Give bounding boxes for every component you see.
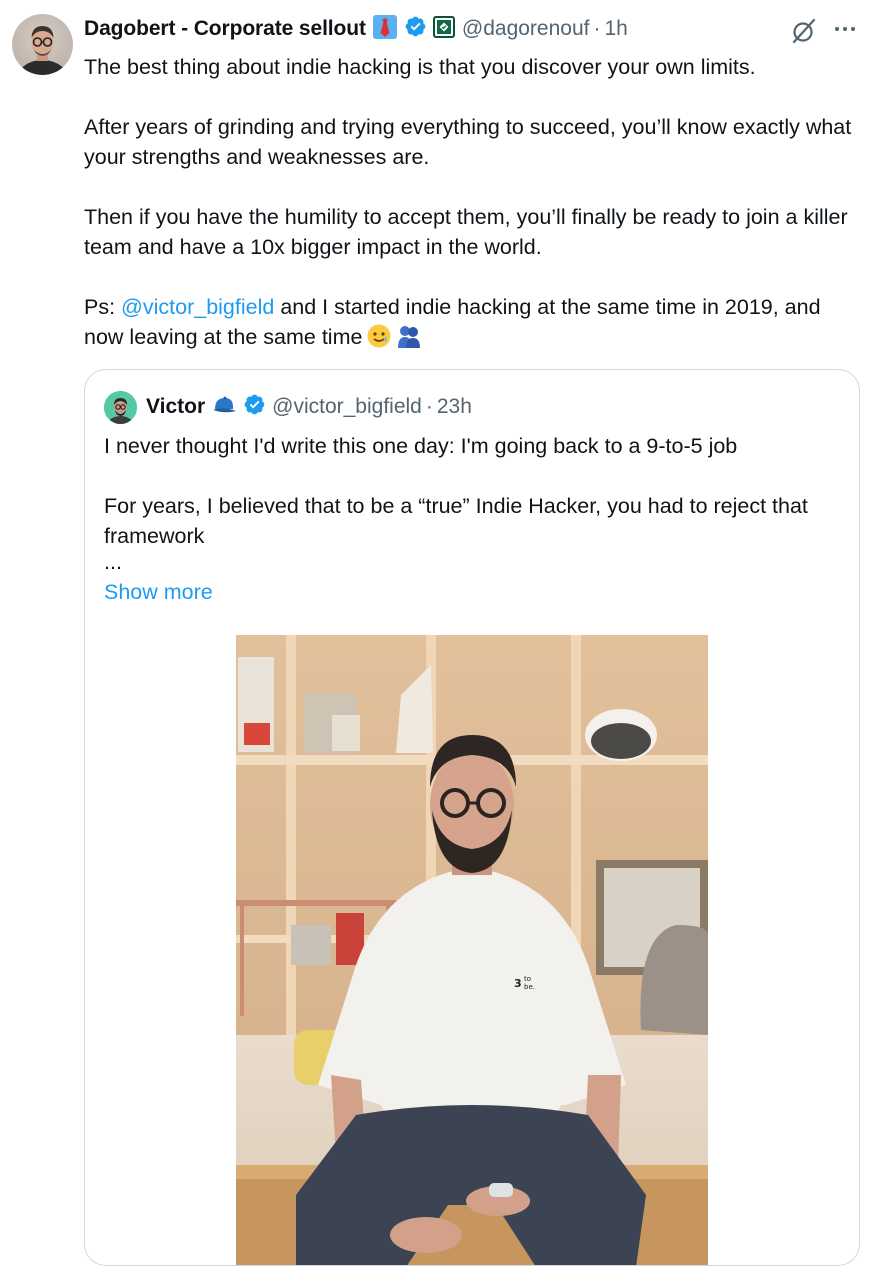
quoted-photo[interactable]: 3 to be. xyxy=(236,635,708,1265)
smiling-face-with-tear-emoji-icon xyxy=(366,323,392,357)
ps-prefix: Ps: xyxy=(84,295,122,319)
quoted-tweet-text: I never thought I'd write this one day: … xyxy=(104,431,844,573)
tweet-text: The best thing about indie hacking is th… xyxy=(84,52,864,357)
svg-text:be.: be. xyxy=(524,983,535,991)
affiliate-badge-icon[interactable] xyxy=(432,15,455,43)
quoted-ellipsis: ... xyxy=(104,550,122,574)
quoted-author-avatar[interactable] xyxy=(104,391,137,424)
grok-icon[interactable] xyxy=(789,16,819,46)
tweet-paragraph: Then if you have the humility to accept … xyxy=(84,205,848,259)
author-avatar[interactable] xyxy=(12,14,73,75)
verified-badge-icon[interactable] xyxy=(243,393,266,421)
meta-separator: · xyxy=(593,17,601,40)
tweet-paragraph: After years of grinding and trying every… xyxy=(84,115,852,169)
mention-link[interactable]: @victor_bigfield xyxy=(121,295,274,319)
meta-separator: · xyxy=(425,395,433,418)
necktie-emoji-icon xyxy=(372,14,398,45)
author-handle[interactable]: @dagorenouf xyxy=(462,17,590,41)
tweet-ps-paragraph: Ps: @victor_bigfield and I started indie… xyxy=(84,292,864,357)
tweet-header: Dagobert - Corporate sellout @dagorenouf xyxy=(84,13,864,45)
svg-text:to: to xyxy=(524,975,531,983)
quoted-tweet[interactable]: Victor @victor_bigfield · 23h I never th… xyxy=(84,369,860,1266)
author-display-name[interactable]: Dagobert - Corporate sellout xyxy=(84,17,366,41)
quoted-author-handle[interactable]: @victor_bigfield xyxy=(272,395,422,419)
tweet-timestamp[interactable]: 1h xyxy=(604,17,627,41)
quoted-timestamp[interactable]: 23h xyxy=(437,395,472,419)
billed-cap-emoji-icon xyxy=(211,393,237,422)
quoted-tweet-header: Victor @victor_bigfield · 23h xyxy=(146,390,472,424)
verified-badge-icon[interactable] xyxy=(404,15,427,43)
show-more-link[interactable]: Show more xyxy=(104,580,213,605)
tweet-paragraph: The best thing about indie hacking is th… xyxy=(84,55,756,79)
more-icon[interactable] xyxy=(830,16,860,46)
tweet[interactable]: Dagobert - Corporate sellout @dagorenouf xyxy=(0,0,880,1278)
quoted-paragraph: For years, I believed that to be a “true… xyxy=(104,494,808,548)
svg-text:3: 3 xyxy=(514,977,522,990)
people-hugging-emoji-icon xyxy=(396,323,422,357)
quoted-paragraph: I never thought I'd write this one day: … xyxy=(104,434,738,458)
quoted-author-display-name[interactable]: Victor xyxy=(146,395,205,419)
